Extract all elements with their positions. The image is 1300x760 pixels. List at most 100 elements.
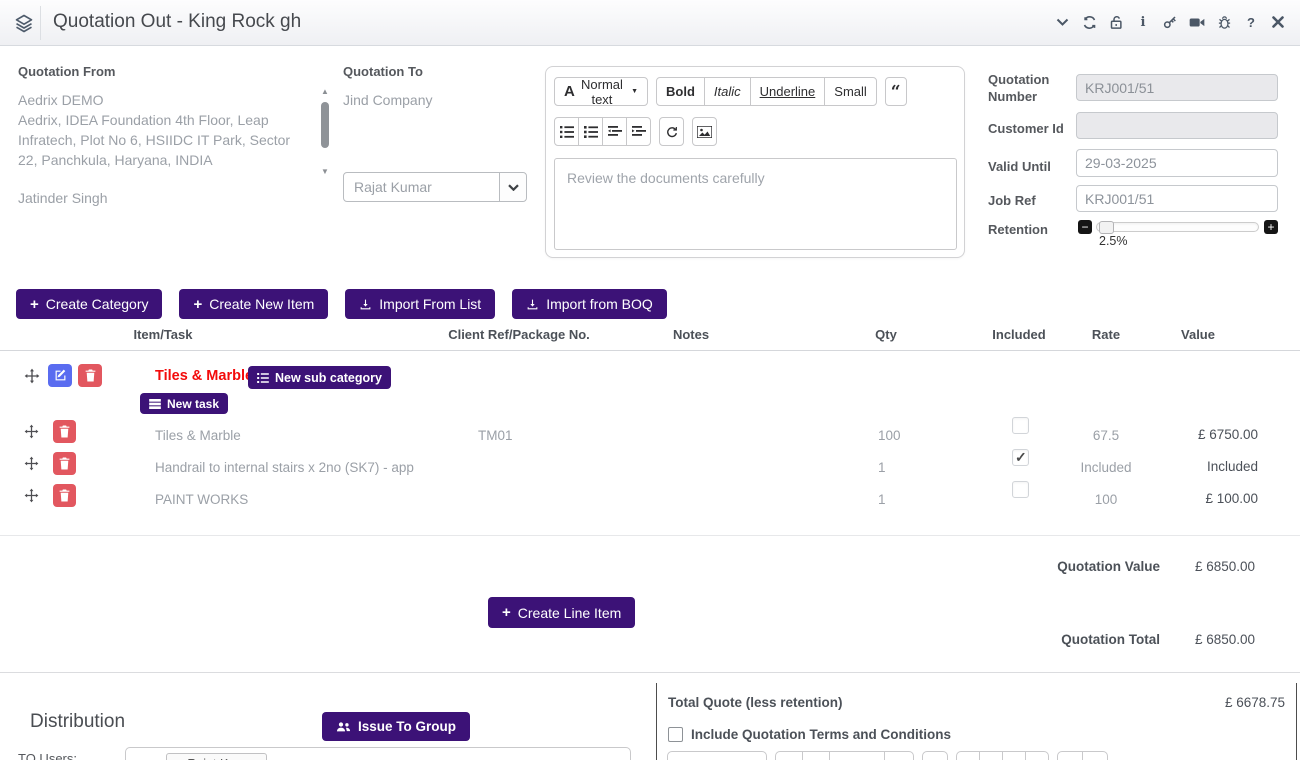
quotation-number-label: Quotation Number — [988, 71, 1056, 105]
unordered-list-icon[interactable] — [554, 117, 579, 146]
bug-icon[interactable] — [1216, 14, 1232, 30]
plus-icon: + — [502, 605, 511, 620]
outdent-icon[interactable] — [602, 117, 627, 146]
retention-slider-handle[interactable] — [1099, 221, 1114, 234]
italic-button[interactable]: Italic — [704, 77, 751, 106]
toolbar-button[interactable] — [1025, 751, 1049, 760]
move-icon[interactable] — [24, 424, 39, 439]
item-qty: 1 — [878, 460, 886, 475]
scroll-thumb[interactable] — [321, 102, 329, 148]
item-name: Tiles & Marble — [155, 428, 241, 443]
toolbar-button[interactable] — [956, 751, 980, 760]
quotation-to-section: Quotation To Jind Company Rajat Kumar — [343, 64, 533, 110]
included-checkbox[interactable] — [1012, 449, 1029, 466]
category-row: Tiles & Marble New sub category — [0, 360, 1300, 390]
to-company: Jind Company — [343, 90, 533, 110]
toolbar-button[interactable] — [884, 751, 914, 760]
create-category-button[interactable]: + Create Category — [16, 289, 162, 319]
scrollbar[interactable]: ▲ ▼ — [320, 88, 330, 176]
move-icon[interactable] — [24, 488, 39, 503]
job-ref-field[interactable] — [1076, 185, 1278, 212]
valid-until-label: Valid Until — [988, 158, 1051, 175]
quotation-value-label: Quotation Value — [985, 559, 1160, 574]
delete-category-button[interactable] — [78, 364, 102, 387]
toolbar-button[interactable] — [1057, 751, 1083, 760]
to-users-input[interactable]: × Rajat Kumar — [125, 747, 631, 760]
plus-icon: + — [193, 297, 202, 312]
contact-select[interactable]: Rajat Kumar — [343, 172, 527, 202]
text-style-select[interactable]: A Normal text ▼ — [554, 77, 648, 106]
scroll-up-icon[interactable]: ▲ — [320, 88, 330, 96]
underline-button[interactable]: Underline — [750, 77, 826, 106]
ordered-list-icon[interactable] — [578, 117, 603, 146]
chevron-down-icon[interactable] — [499, 173, 526, 201]
retention-slider[interactable] — [1096, 222, 1259, 232]
move-icon[interactable] — [24, 368, 40, 384]
toolbar-button[interactable] — [667, 751, 767, 760]
toolbar-button[interactable] — [775, 751, 803, 760]
quotation-value: £ 6850.00 — [1195, 559, 1255, 574]
item-qty: 100 — [878, 428, 901, 443]
bold-button[interactable]: Bold — [656, 77, 705, 106]
item-name: Handrail to internal stairs x 2no (SK7) … — [155, 460, 414, 475]
include-terms-checkbox[interactable] — [668, 727, 683, 742]
info-icon[interactable]: i — [1135, 14, 1151, 30]
col-item-task: Item/Task — [133, 327, 192, 342]
valid-until-field[interactable] — [1076, 149, 1278, 177]
toolbar-button[interactable] — [1082, 751, 1108, 760]
refresh-icon[interactable] — [1081, 14, 1097, 30]
toolbar-button[interactable] — [802, 751, 830, 760]
divider — [0, 672, 1300, 673]
issue-to-group-button[interactable]: Issue To Group — [322, 712, 470, 741]
toolbar-button[interactable] — [979, 751, 1003, 760]
retention-increase-button[interactable]: + — [1264, 220, 1278, 234]
col-qty: Qty — [875, 327, 897, 342]
divider — [0, 350, 1300, 351]
toolbar-button[interactable] — [922, 751, 948, 760]
delete-item-button[interactable] — [53, 420, 76, 443]
close-icon[interactable] — [1270, 14, 1286, 30]
quotation-from-label: Quotation From — [18, 64, 332, 79]
new-sub-category-button[interactable]: New sub category — [248, 366, 391, 389]
key-icon[interactable] — [1162, 14, 1178, 30]
quotation-total: £ 6850.00 — [1195, 632, 1255, 647]
customer-id-label: Customer Id — [988, 120, 1064, 137]
create-line-item-button[interactable]: + Create Line Item — [488, 597, 635, 628]
move-icon[interactable] — [24, 456, 39, 471]
scroll-down-icon[interactable]: ▼ — [320, 168, 330, 176]
create-new-item-button[interactable]: + Create New Item — [179, 289, 328, 319]
from-company: Aedrix DEMO — [18, 90, 306, 110]
total-quote-value: £ 6678.75 — [1225, 695, 1285, 710]
video-camera-icon[interactable] — [1189, 14, 1205, 30]
toolbar-button[interactable] — [1002, 751, 1026, 760]
toolbar-button[interactable] — [829, 751, 885, 760]
items-table-header: Item/Task Client Ref/Package No. Notes Q… — [0, 327, 1300, 345]
import-from-list-button[interactable]: Import From List — [345, 289, 495, 319]
quotation-out-window: { "header": { "title": "Quotation Out - … — [0, 0, 1300, 760]
indent-icon[interactable] — [626, 117, 651, 146]
help-icon[interactable]: ? — [1243, 14, 1259, 30]
include-terms-row: Include Quotation Terms and Conditions — [668, 727, 951, 742]
small-button[interactable]: Small — [824, 77, 877, 106]
import-from-boq-button[interactable]: Import from BOQ — [512, 289, 667, 319]
table-row: PAINT WORKS 1 100 £ 100.00 — [0, 480, 1300, 512]
delete-item-button[interactable] — [53, 484, 76, 507]
edit-category-button[interactable] — [48, 364, 72, 387]
included-checkbox[interactable] — [1012, 417, 1029, 434]
item-rate: 67.5 — [1056, 428, 1156, 443]
unlock-icon[interactable] — [1108, 14, 1124, 30]
retention-decrease-button[interactable]: − — [1078, 220, 1092, 234]
layers-icon — [14, 13, 34, 33]
to-users-label: TO Users: — [18, 751, 77, 760]
blockquote-icon[interactable]: “ — [885, 77, 907, 106]
notes-content[interactable]: Review the documents carefully — [554, 158, 957, 250]
new-task-button[interactable]: New task — [140, 393, 228, 414]
delete-item-button[interactable] — [53, 452, 76, 475]
redo-icon[interactable] — [659, 117, 684, 146]
quotation-total-label: Quotation Total — [985, 632, 1160, 647]
text-style-value: Normal text — [580, 77, 624, 107]
included-checkbox[interactable] — [1012, 481, 1029, 498]
image-icon[interactable] — [692, 117, 717, 146]
users-icon — [336, 721, 351, 733]
chevron-down-icon[interactable] — [1054, 14, 1070, 30]
